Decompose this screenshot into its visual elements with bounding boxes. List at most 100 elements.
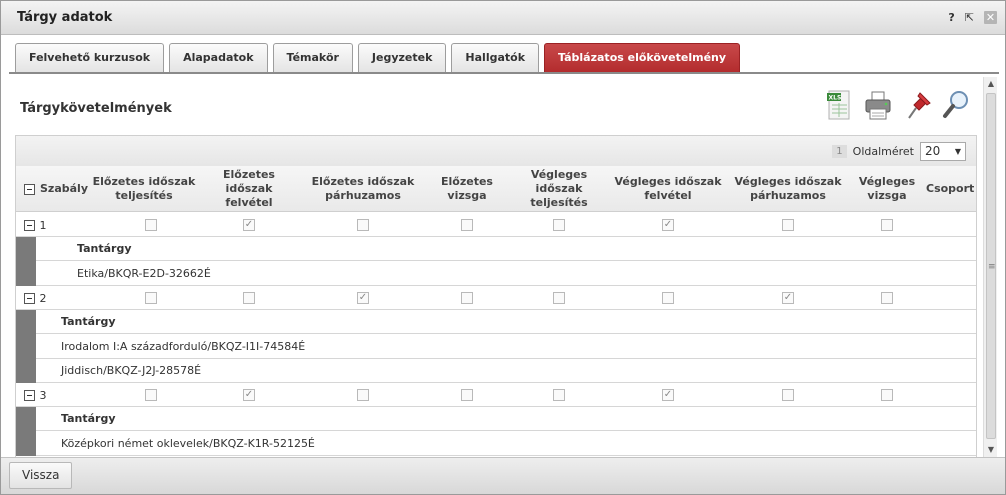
checkbox-checked[interactable]: ✓ <box>357 292 369 304</box>
checkbox-unchecked[interactable] <box>357 219 369 231</box>
checkbox-unchecked[interactable] <box>782 219 794 231</box>
detail-indent-bar <box>16 237 36 286</box>
checkbox-unchecked[interactable] <box>461 389 473 401</box>
pager-bar: 1 Oldalméret 20 ▼ <box>16 136 976 166</box>
toolbar: XLS <box>824 87 971 123</box>
search-icon[interactable] <box>941 87 971 123</box>
help-icon[interactable]: ? <box>948 11 954 24</box>
scroll-down-icon[interactable]: ▼ <box>984 443 998 457</box>
row-toggle[interactable] <box>22 213 36 237</box>
col-header-vegleges-vizsga[interactable]: Végleges vizsga <box>852 166 922 212</box>
footer-bar: Vissza <box>1 457 1005 494</box>
col-header-vegleges-felvetel[interactable]: Végleges időszak felvétel <box>612 166 724 212</box>
col-header-csoport[interactable]: Csoport <box>926 166 982 212</box>
detail-header: Tantárgy <box>36 407 976 431</box>
checkbox-checked[interactable]: ✓ <box>782 292 794 304</box>
checkbox-cell <box>551 286 567 310</box>
detail-indent-bar <box>16 310 36 383</box>
col-header-elozetes-parhuzamos[interactable]: Előzetes időszak párhuzamos <box>302 166 424 212</box>
col-header-vegleges-parhuzamos[interactable]: Végleges időszak párhuzamos <box>726 166 850 212</box>
subject-item[interactable]: Középkori német oklevelek/BKQZ-K1R-52125… <box>36 432 976 456</box>
checkbox-unchecked[interactable] <box>553 389 565 401</box>
checkbox-unchecked[interactable] <box>357 389 369 401</box>
col-header-elozetes-felvetel[interactable]: Előzetes időszak felvétel <box>212 166 286 212</box>
tab-tablazatos-elokovetelmeny[interactable]: Táblázatos előkövetelmény <box>544 43 741 72</box>
checkbox-cell <box>355 213 371 237</box>
close-icon[interactable]: ✕ <box>984 11 997 24</box>
checkbox-unchecked[interactable] <box>782 389 794 401</box>
requirements-grid: 1 Oldalméret 20 ▼ Szabály Előzetes idősz… <box>15 135 977 457</box>
row-detail: Tantárgy Etika/BKQR-E2D-32662É <box>16 237 976 286</box>
tab-bar: Felvehető kurzusok Alapadatok Témakör Je… <box>15 43 741 72</box>
checkbox-unchecked[interactable] <box>145 219 157 231</box>
checkbox-unchecked[interactable] <box>881 389 893 401</box>
checkbox-cell <box>459 286 475 310</box>
tab-underline <box>9 72 999 74</box>
checkbox-unchecked[interactable] <box>145 389 157 401</box>
subject-item[interactable]: Etika/BKQR-E2D-32662É <box>36 262 976 286</box>
tab-felveheto-kurzusok[interactable]: Felvehető kurzusok <box>15 43 165 72</box>
checkbox-cell <box>143 213 159 237</box>
scroll-thumb[interactable] <box>986 93 996 439</box>
col-header-elozetes-teljesites[interactable]: Előzetes időszak teljesítés <box>90 166 198 212</box>
title-bar: Tárgy adatok ? ⇱ ✕ <box>1 1 1005 35</box>
tab-hallgatok[interactable]: Hallgatók <box>451 43 540 72</box>
header-collapse-all[interactable] <box>22 166 36 212</box>
xls-label: XLS <box>829 95 842 102</box>
current-page[interactable]: 1 <box>832 145 847 158</box>
checkbox-cell <box>660 286 676 310</box>
tab-temakor[interactable]: Témakör <box>272 43 353 72</box>
col-header-vegleges-teljesites[interactable]: Végleges időszak teljesítés <box>516 166 602 212</box>
row-detail: Tantárgy Középkori német oklevelek/BKQZ-K… <box>16 407 976 456</box>
checkbox-unchecked[interactable] <box>881 219 893 231</box>
checkbox-cell: ✓ <box>241 213 257 237</box>
checkbox-cell <box>879 286 895 310</box>
col-header-szabaly[interactable]: Szabály <box>38 166 90 212</box>
grid-header: Szabály Előzetes időszak teljesítés Előz… <box>16 166 976 212</box>
pin-icon[interactable] <box>902 87 932 123</box>
subject-item[interactable]: Jiddisch/BKQZ-J2J-28578É <box>36 359 976 383</box>
table-row: 3 ✓ ✓ <box>16 383 976 407</box>
checkbox-cell: ✓ <box>780 286 796 310</box>
print-icon[interactable] <box>863 87 893 123</box>
collapse-icon[interactable] <box>23 219 35 231</box>
collapse-all-icon[interactable] <box>23 183 35 195</box>
checkbox-checked[interactable]: ✓ <box>662 389 674 401</box>
row-toggle[interactable] <box>22 383 36 407</box>
checkbox-unchecked[interactable] <box>243 292 255 304</box>
checkbox-unchecked[interactable] <box>881 292 893 304</box>
title-bar-controls: ? ⇱ ✕ <box>948 11 997 24</box>
chevron-down-icon: ▼ <box>954 147 961 156</box>
page-size-value: 20 <box>925 144 941 158</box>
checkbox-cell: ✓ <box>241 383 257 407</box>
tab-jegyzetek[interactable]: Jegyzetek <box>357 43 447 72</box>
row-toggle[interactable] <box>22 286 36 310</box>
checkbox-unchecked[interactable] <box>461 292 473 304</box>
scroll-up-icon[interactable]: ▲ <box>984 77 998 91</box>
page-size-select[interactable]: 20 ▼ <box>920 142 966 161</box>
window-title: Tárgy adatok <box>17 10 113 25</box>
detail-header: Tantárgy <box>36 237 976 261</box>
checkbox-unchecked[interactable] <box>662 292 674 304</box>
tab-alapadatok[interactable]: Alapadatok <box>169 43 268 72</box>
checkbox-cell <box>241 286 257 310</box>
back-button[interactable]: Vissza <box>9 462 73 489</box>
col-header-elozetes-vizsga[interactable]: Előzetes vizsga <box>434 166 500 212</box>
checkbox-checked[interactable]: ✓ <box>243 219 255 231</box>
xls-export-icon[interactable]: XLS <box>824 87 854 123</box>
checkbox-cell <box>459 383 475 407</box>
checkbox-cell: ✓ <box>660 383 676 407</box>
checkbox-unchecked[interactable] <box>461 219 473 231</box>
checkbox-unchecked[interactable] <box>553 292 565 304</box>
subject-item[interactable]: Irodalom I:A századforduló/BKQZ-I1I-7458… <box>36 335 976 359</box>
vertical-scrollbar[interactable]: ▲ ▼ <box>983 77 997 457</box>
collapse-icon[interactable] <box>23 292 35 304</box>
checkbox-checked[interactable]: ✓ <box>662 219 674 231</box>
popout-icon[interactable]: ⇱ <box>965 11 974 24</box>
page-size-label: Oldalméret <box>852 145 914 158</box>
checkbox-checked[interactable]: ✓ <box>243 389 255 401</box>
checkbox-cell <box>879 383 895 407</box>
checkbox-unchecked[interactable] <box>145 292 157 304</box>
collapse-icon[interactable] <box>23 389 35 401</box>
checkbox-unchecked[interactable] <box>553 219 565 231</box>
